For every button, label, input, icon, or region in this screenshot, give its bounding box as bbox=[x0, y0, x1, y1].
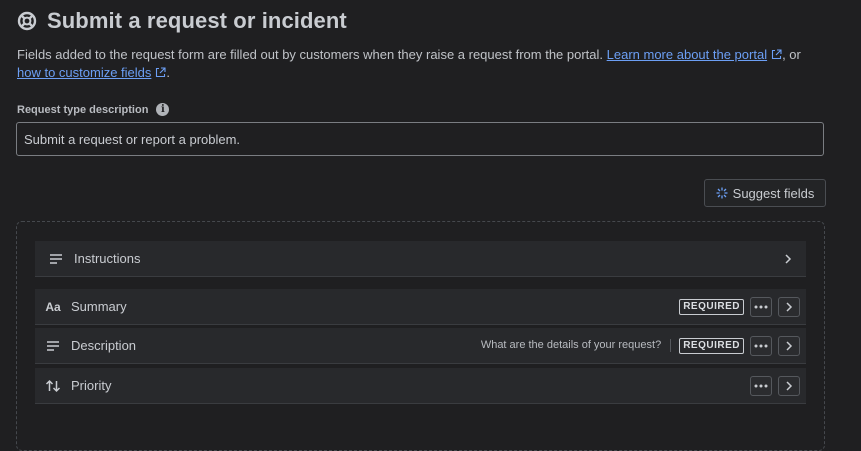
field-row-priority[interactable]: Priority bbox=[35, 368, 806, 404]
request-type-description-label: Request type description i bbox=[17, 103, 170, 116]
field-label: Instructions bbox=[74, 251, 141, 266]
expand-field-button[interactable] bbox=[778, 335, 800, 356]
lines-icon bbox=[45, 338, 61, 354]
info-icon[interactable]: i bbox=[156, 103, 170, 116]
page-title: Submit a request or incident bbox=[47, 8, 347, 33]
required-badge: REQUIRED bbox=[679, 298, 744, 315]
external-link-icon bbox=[155, 65, 166, 78]
expand-field-button[interactable] bbox=[778, 296, 800, 317]
sort-arrows-icon bbox=[45, 378, 61, 394]
more-options-button[interactable] bbox=[750, 335, 772, 356]
sparkle-icon bbox=[716, 187, 728, 199]
request-type-description-input[interactable]: Submit a request or report a problem. bbox=[16, 122, 824, 156]
more-options-button[interactable] bbox=[750, 375, 772, 396]
field-row-summary[interactable]: Aa Summary REQUIRED bbox=[35, 289, 806, 325]
external-link-icon bbox=[771, 47, 782, 60]
lifebuoy-icon bbox=[17, 11, 37, 31]
lines-icon bbox=[48, 251, 64, 267]
field-label: Priority bbox=[71, 378, 112, 393]
customize-fields-link[interactable]: how to customize fields bbox=[17, 65, 151, 80]
expand-field-button[interactable] bbox=[778, 375, 800, 396]
intro-text: Fields added to the request form are fil… bbox=[17, 47, 801, 80]
learn-portal-link[interactable]: Learn more about the portal bbox=[607, 47, 767, 62]
more-options-button[interactable] bbox=[750, 296, 772, 317]
required-badge: REQUIRED bbox=[679, 337, 744, 354]
suggest-fields-button[interactable]: Suggest fields bbox=[704, 179, 826, 207]
text-type-icon: Aa bbox=[45, 299, 61, 314]
chevron-right-icon[interactable] bbox=[780, 251, 796, 267]
page-header: Submit a request or incident bbox=[17, 6, 347, 36]
field-label: Description bbox=[71, 338, 137, 353]
field-row-description[interactable]: Description What are the details of your… bbox=[35, 328, 806, 364]
field-row-instructions[interactable]: Instructions bbox=[35, 241, 806, 277]
field-label: Summary bbox=[71, 299, 127, 314]
field-hint: What are the details of your request? bbox=[481, 339, 672, 352]
